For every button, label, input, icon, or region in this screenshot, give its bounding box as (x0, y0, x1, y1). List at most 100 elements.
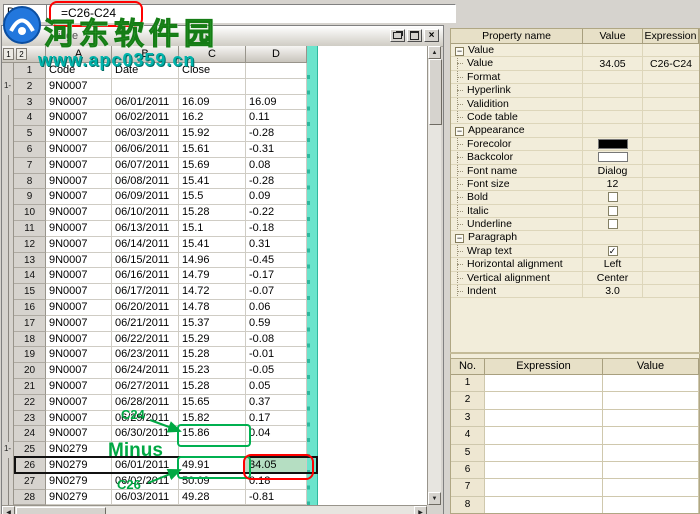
grid-cell[interactable]: 9N0007 (46, 300, 112, 316)
grid-cell[interactable]: -0.22 (246, 205, 307, 221)
grid-cell[interactable]: 14.72 (179, 284, 246, 300)
property-value[interactable] (583, 151, 643, 163)
grid-cell[interactable]: 0.31 (246, 237, 307, 253)
row-number[interactable]: 5 (14, 126, 46, 142)
maximize-button[interactable] (407, 29, 422, 42)
row-number[interactable]: 22 (14, 395, 46, 411)
grid-cell[interactable]: 06/03/2011 (112, 126, 179, 142)
row-number[interactable]: 20 (14, 363, 46, 379)
grid-cell[interactable]: 06/13/2011 (112, 221, 179, 237)
property-expression[interactable] (643, 84, 699, 96)
close-button[interactable]: × (424, 29, 439, 42)
outline-gutter[interactable] (2, 189, 14, 205)
property-row[interactable]: Hyperlink (451, 84, 699, 97)
row-number[interactable]: 3 (14, 95, 46, 111)
grid-cell[interactable]: 06/03/2011 (112, 490, 179, 506)
grid-cell[interactable]: 0.11 (246, 110, 307, 126)
grid-cell[interactable]: 06/22/2011 (112, 332, 179, 348)
grid-cell[interactable]: -0.17 (246, 268, 307, 284)
row-number[interactable]: 14 (14, 268, 46, 284)
value-cell[interactable] (603, 462, 699, 479)
grid-cell[interactable]: 16.09 (179, 95, 246, 111)
grid-cell[interactable]: 0.04 (246, 426, 307, 442)
property-value[interactable] (583, 71, 643, 83)
value-cell[interactable] (603, 445, 699, 462)
expression-cell[interactable] (485, 410, 603, 427)
grid-cell[interactable]: 0.09 (246, 189, 307, 205)
property-value[interactable] (583, 231, 643, 243)
expression-cell[interactable] (485, 445, 603, 462)
grid-cell[interactable]: -0.31 (246, 142, 307, 158)
outline-gutter[interactable] (2, 347, 14, 363)
property-expression[interactable] (643, 231, 699, 243)
property-row[interactable]: Font size12 (451, 178, 699, 191)
property-expression[interactable] (643, 178, 699, 190)
property-row[interactable]: Bold (451, 191, 699, 204)
row-number[interactable]: 25 (14, 442, 46, 458)
property-row[interactable]: Italic (451, 205, 699, 218)
outline-gutter[interactable] (2, 458, 14, 474)
row-number[interactable]: 28 (14, 490, 46, 506)
grid-cell[interactable]: 9N0007 (46, 253, 112, 269)
grid-cell[interactable]: -0.01 (246, 347, 307, 363)
grid-cell[interactable]: 06/29/2011 (112, 411, 179, 427)
outline-gutter[interactable]: 1- (2, 79, 14, 95)
grid-cell[interactable]: 06/07/2011 (112, 158, 179, 174)
property-value[interactable] (583, 98, 643, 110)
grid-cell[interactable]: 9N0007 (46, 158, 112, 174)
grid-cell[interactable]: -0.28 (246, 126, 307, 142)
property-value[interactable] (583, 44, 643, 56)
grid-cell[interactable] (179, 79, 246, 95)
value-cell[interactable] (603, 427, 699, 444)
grid-cell[interactable]: 15.1 (179, 221, 246, 237)
grid-cell[interactable]: 15.28 (179, 347, 246, 363)
grid-cell[interactable]: 0.08 (246, 158, 307, 174)
grid-cell[interactable]: 9N0279 (46, 458, 112, 474)
row-number[interactable]: 1 (14, 63, 46, 79)
grid-cell[interactable]: 06/28/2011 (112, 395, 179, 411)
property-row[interactable]: Wrap text✓ (451, 245, 699, 258)
checkbox[interactable] (608, 192, 618, 202)
grid-cell[interactable]: 9N0279 (46, 474, 112, 490)
property-value[interactable] (583, 205, 643, 217)
grid-cell[interactable]: Date (112, 63, 179, 79)
property-row[interactable]: Horizontal alignmentLeft (451, 258, 699, 271)
collapse-icon[interactable]: − (455, 127, 464, 136)
value-cell[interactable] (603, 410, 699, 427)
outline-gutter[interactable] (2, 268, 14, 284)
grid-cell[interactable]: 15.65 (179, 395, 246, 411)
property-value[interactable] (583, 84, 643, 96)
row-number[interactable]: 27 (14, 474, 46, 490)
grid-cell[interactable]: 9N0007 (46, 268, 112, 284)
outline-gutter[interactable] (2, 284, 14, 300)
checkbox[interactable] (608, 206, 618, 216)
row-number[interactable]: 17 (14, 316, 46, 332)
vertical-scrollbar[interactable]: ▲ ▼ (427, 46, 441, 505)
grid-cell[interactable]: 06/09/2011 (112, 189, 179, 205)
property-value[interactable]: ✓ (583, 245, 643, 257)
property-expression[interactable] (643, 191, 699, 203)
grid-cell[interactable]: 0.59 (246, 316, 307, 332)
grid-cell[interactable]: -0.18 (246, 221, 307, 237)
expression-cell[interactable] (485, 427, 603, 444)
grid-cell[interactable]: 06/23/2011 (112, 347, 179, 363)
property-value[interactable]: 3.0 (583, 285, 643, 297)
property-expression[interactable] (643, 71, 699, 83)
row-number[interactable]: 23 (14, 411, 46, 427)
grid-cell[interactable]: 06/16/2011 (112, 268, 179, 284)
grid-cell[interactable]: 9N0007 (46, 395, 112, 411)
scroll-left-button[interactable]: ◀ (2, 506, 15, 514)
outline-gutter[interactable] (2, 379, 14, 395)
property-row[interactable]: Format (451, 71, 699, 84)
grid-cell[interactable] (246, 79, 307, 95)
grid-cell[interactable]: 9N0007 (46, 379, 112, 395)
grid-cell[interactable]: 06/06/2011 (112, 142, 179, 158)
grid-cell[interactable]: 15.28 (179, 379, 246, 395)
collapse-icon[interactable]: − (455, 47, 464, 56)
property-expression[interactable] (643, 124, 699, 136)
grid-cell[interactable]: 16.09 (246, 95, 307, 111)
grid-cell[interactable]: 06/02/2011 (112, 110, 179, 126)
grid-cell[interactable]: 9N0007 (46, 237, 112, 253)
expression-cell[interactable] (485, 497, 603, 514)
color-swatch[interactable] (598, 139, 628, 149)
